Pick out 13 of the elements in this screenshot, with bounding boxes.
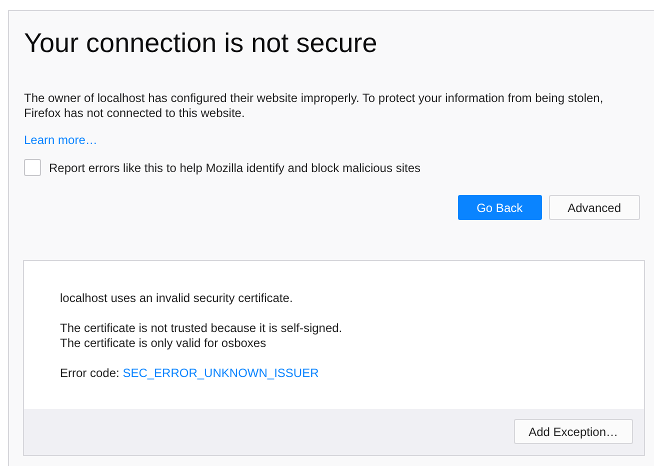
error-code-link[interactable]: SEC_ERROR_UNKNOWN_ISSUER xyxy=(122,366,319,380)
learn-more-link[interactable]: Learn more… xyxy=(24,133,98,147)
page-title: Your connection is not secure xyxy=(24,27,378,59)
info-text: The certificate is only valid for osboxes xyxy=(60,336,268,351)
info-text: localhost uses an invalid security certificate. xyxy=(60,291,294,306)
report-checkbox[interactable] xyxy=(24,159,41,176)
info-text: The certificate is not trusted because it is self-signed. xyxy=(60,321,344,336)
go-back-button[interactable]: Go Back xyxy=(458,195,542,220)
error-code-text: Error code: SEC_ERROR_UNKNOWN_ISSUER xyxy=(60,366,319,380)
report-label: Report errors like this to help Mozilla identify and block malicious sites xyxy=(49,160,420,174)
description-text: The owner of localhost has configured their website improperly. To protect your information from being stolen, Firefox has not connected to this website. xyxy=(24,91,604,121)
advanced-button[interactable]: Advanced xyxy=(548,195,640,220)
add-exception-button[interactable]: Add Exception… xyxy=(514,419,633,444)
